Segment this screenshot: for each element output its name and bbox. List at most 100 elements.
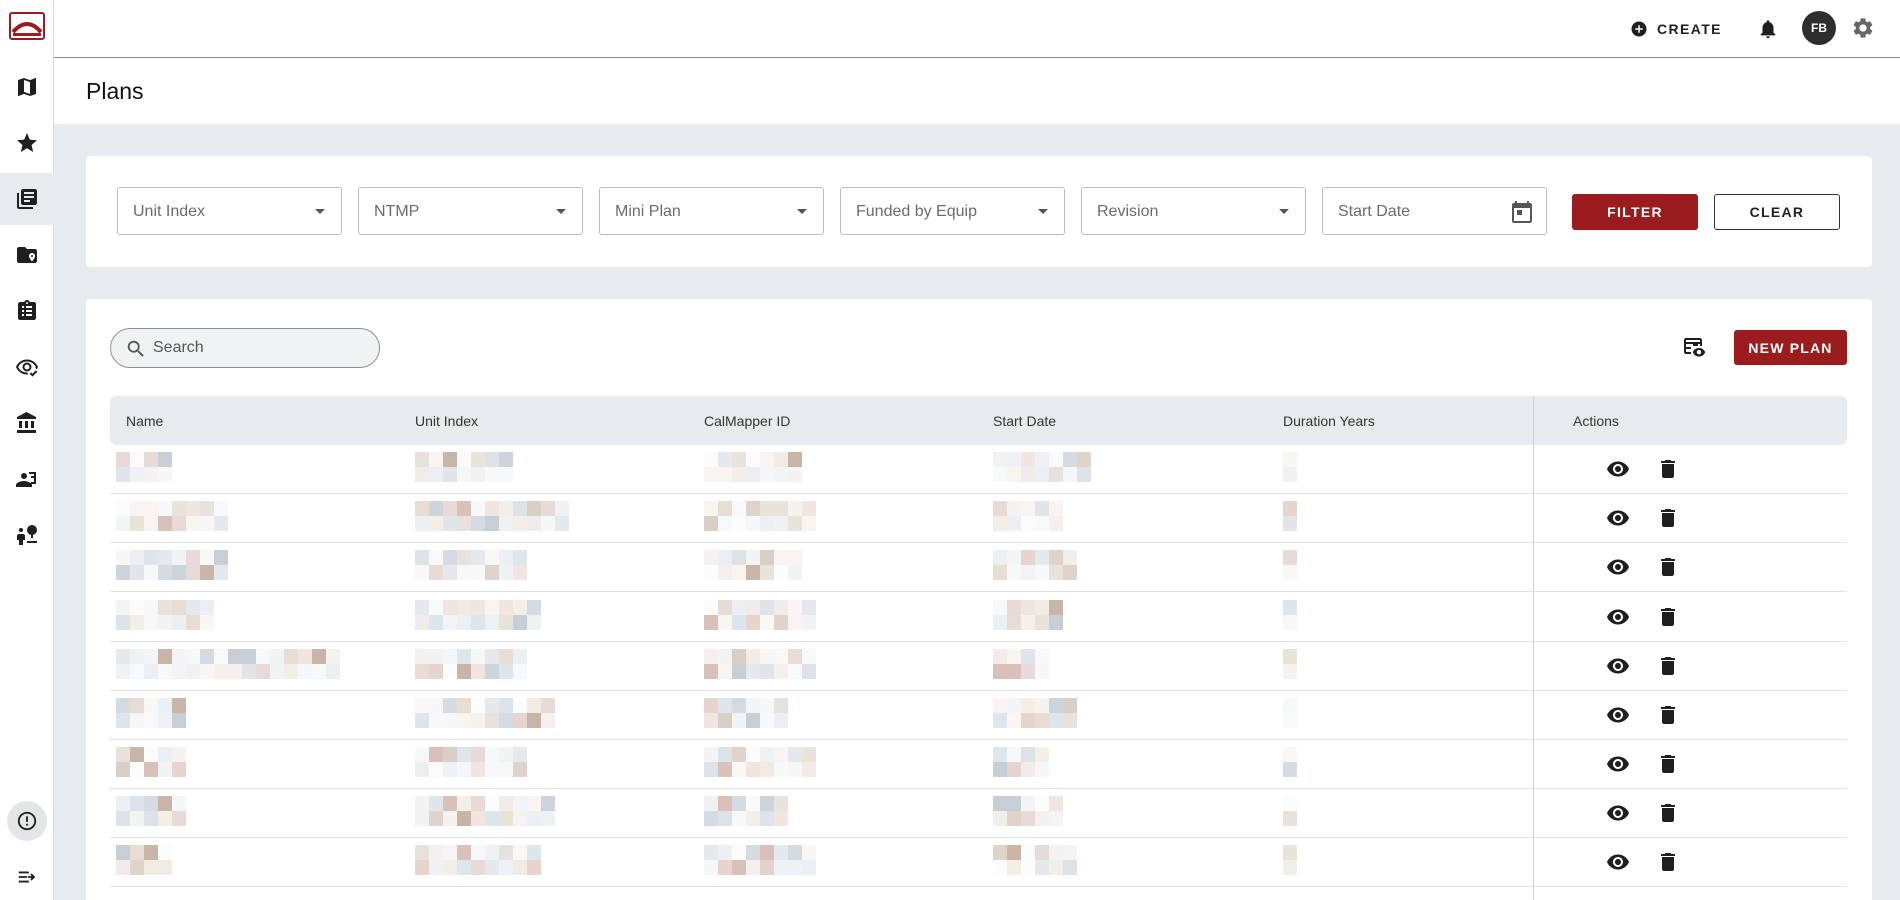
sidebar-item-contacts[interactable] [0, 453, 54, 505]
sidebar-item-plans[interactable] [0, 173, 54, 225]
eye-icon [1607, 559, 1629, 575]
redacted-cell [415, 600, 541, 630]
settings-button[interactable] [1848, 13, 1878, 43]
mini-plan-placeholder: Mini Plan [615, 203, 681, 220]
eye-icon [1607, 805, 1629, 821]
sidebar-item-monitoring[interactable] [0, 341, 54, 393]
column-header-unit-index[interactable]: Unit Index [415, 413, 478, 429]
search-input[interactable] [153, 337, 363, 359]
sidebar-item-stewardship[interactable] [0, 509, 54, 561]
redacted-cell [993, 747, 1049, 777]
mini-plan-select[interactable]: Mini Plan [599, 187, 824, 235]
create-button[interactable]: CREATE [1630, 14, 1722, 44]
view-plan-button[interactable] [1606, 801, 1630, 825]
sidebar-item-map[interactable] [0, 61, 54, 113]
person-tree-icon [17, 525, 38, 545]
redacted-cell [1283, 600, 1297, 630]
delete-plan-button[interactable] [1656, 457, 1678, 481]
clear-button[interactable]: CLEAR [1714, 194, 1840, 230]
plans-table-card: NEW PLAN Name Unit Index CalMapper ID St… [86, 299, 1872, 900]
redacted-cell [116, 501, 228, 531]
view-plan-button[interactable] [1606, 850, 1630, 874]
new-plan-button[interactable]: NEW PLAN [1734, 330, 1847, 365]
calendar-icon[interactable] [1510, 200, 1534, 224]
eye-check-icon [16, 359, 38, 377]
plans-icon [17, 189, 37, 209]
view-plan-button[interactable] [1606, 506, 1630, 530]
delete-plan-button[interactable] [1656, 605, 1678, 629]
redacted-cell [116, 452, 172, 482]
eye-icon [1607, 461, 1629, 477]
redacted-cell [1283, 501, 1297, 531]
ntmp-select[interactable]: NTMP [358, 187, 583, 235]
table-row[interactable] [110, 445, 1847, 494]
delete-plan-button[interactable] [1656, 703, 1678, 727]
redacted-cell [993, 698, 1077, 728]
table-eye-icon [1684, 338, 1706, 357]
user-avatar[interactable]: FB [1802, 11, 1836, 45]
info-icon [17, 811, 37, 831]
dropdown-caret-icon [1279, 209, 1289, 214]
column-header-calmapper-id[interactable]: CalMapper ID [704, 413, 790, 429]
column-header-name[interactable]: Name [126, 413, 163, 429]
trash-icon [1661, 853, 1675, 871]
eye-icon [1607, 756, 1629, 772]
column-header-actions: Actions [1573, 413, 1619, 429]
view-plan-button[interactable] [1606, 703, 1630, 727]
redacted-cell [993, 452, 1091, 482]
redacted-cell [116, 845, 172, 875]
table-row[interactable] [110, 740, 1847, 789]
redacted-cell [704, 698, 788, 728]
redacted-cell [704, 501, 816, 531]
filter-button[interactable]: FILTER [1572, 194, 1698, 230]
trash-icon [1661, 804, 1675, 822]
redacted-cell [116, 796, 186, 826]
view-plan-button[interactable] [1606, 457, 1630, 481]
top-bar: CREATE FB [54, 0, 1900, 58]
sidebar-item-locations[interactable] [0, 229, 54, 281]
eye-icon [1607, 854, 1629, 870]
delete-plan-button[interactable] [1656, 801, 1678, 825]
table-row[interactable] [110, 789, 1847, 838]
table-row[interactable] [110, 691, 1847, 740]
sidebar-item-checklists[interactable] [0, 285, 54, 337]
table-row[interactable] [110, 543, 1847, 592]
table-row[interactable] [110, 593, 1847, 642]
info-button[interactable] [7, 801, 47, 841]
view-plan-button[interactable] [1606, 605, 1630, 629]
unit-index-placeholder: Unit Index [133, 203, 206, 220]
redacted-cell [1283, 845, 1297, 875]
delete-plan-button[interactable] [1656, 506, 1678, 530]
trash-icon [1661, 755, 1675, 773]
notifications-button[interactable] [1753, 14, 1783, 44]
revision-select[interactable]: Revision [1081, 187, 1306, 235]
column-visibility-button[interactable] [1681, 335, 1707, 361]
sidebar-item-favorites[interactable] [0, 117, 54, 169]
column-header-start-date[interactable]: Start Date [993, 413, 1056, 429]
create-label: CREATE [1657, 21, 1722, 37]
view-plan-button[interactable] [1606, 654, 1630, 678]
redacted-cell [993, 649, 1049, 679]
table-row[interactable] [110, 838, 1847, 887]
delete-plan-button[interactable] [1656, 850, 1678, 874]
delete-plan-button[interactable] [1656, 555, 1678, 579]
delete-plan-button[interactable] [1656, 654, 1678, 678]
column-header-duration-years[interactable]: Duration Years [1283, 413, 1375, 429]
funded-by-equip-select[interactable]: Funded by Equip [840, 187, 1065, 235]
search-field[interactable] [110, 328, 380, 368]
table-row[interactable] [110, 494, 1847, 543]
view-plan-button[interactable] [1606, 752, 1630, 776]
start-date-field[interactable]: Start Date [1322, 187, 1547, 235]
delete-plan-button[interactable] [1656, 752, 1678, 776]
expand-sidebar-button[interactable] [7, 857, 47, 897]
redacted-cell [116, 600, 214, 630]
trash-icon [1661, 608, 1675, 626]
redacted-cell [704, 452, 802, 482]
app-logo[interactable] [9, 12, 45, 40]
redacted-cell [704, 796, 788, 826]
table-row[interactable] [110, 642, 1847, 691]
redacted-cell [415, 649, 527, 679]
sidebar-item-funding[interactable] [0, 397, 54, 449]
unit-index-select[interactable]: Unit Index [117, 187, 342, 235]
view-plan-button[interactable] [1606, 555, 1630, 579]
